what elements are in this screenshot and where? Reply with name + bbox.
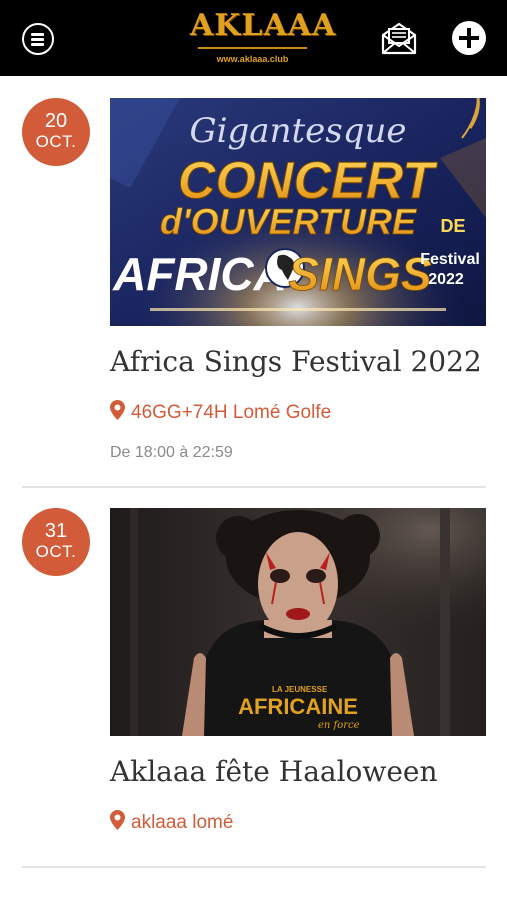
event-location-text: 46GG+74H Lomé Golfe — [131, 402, 332, 423]
top-bar: AKLAAA www.aklaaa.club — [0, 0, 507, 76]
poster-africa: AFRICA — [112, 248, 287, 300]
logo-text: AKLAAA — [190, 8, 337, 43]
poster-gigantesque: Gigantesque — [190, 111, 407, 151]
shirt-text-1: LA JEUNESSE — [272, 685, 328, 694]
event-time: De 18:00 à 22:59 — [110, 444, 233, 461]
app-logo[interactable]: AKLAAA www.aklaaa.club — [190, 8, 337, 70]
poster-sings: SINGS — [288, 248, 431, 300]
event-poster[interactable]: LA JEUNESSE AFRICAINE en force — [110, 508, 486, 736]
envelope-icon[interactable] — [380, 20, 418, 56]
date-month: OCT. — [35, 132, 77, 151]
hamburger-menu-icon[interactable] — [22, 23, 54, 55]
event-title[interactable]: Africa Sings Festival 2022 — [110, 345, 482, 378]
logo-underline — [198, 47, 307, 49]
poster-festival: Festival — [420, 251, 480, 268]
event-poster[interactable]: Gigantesque CONCERT d'OUVERTURE DE AFRIC… — [110, 98, 486, 326]
poster-de: DE — [440, 216, 465, 236]
poster-year: 2022 — [428, 271, 464, 288]
event-location[interactable]: 46GG+74H Lomé Golfe — [110, 400, 331, 426]
plus-icon[interactable] — [452, 21, 486, 55]
event-location[interactable]: aklaaa lomé — [110, 810, 233, 836]
date-day: 31 — [44, 520, 68, 542]
date-badge: 20 OCT. — [22, 98, 90, 166]
poster-ouverture: d'OUVERTURE — [160, 201, 417, 242]
divider — [22, 866, 486, 868]
date-month: OCT. — [35, 542, 77, 561]
event-location-text: aklaaa lomé — [131, 812, 234, 833]
shirt-text-3: en force — [318, 720, 360, 731]
date-day: 20 — [44, 110, 68, 132]
map-pin-icon — [110, 400, 125, 426]
event-title[interactable]: Aklaaa fête Haaloween — [110, 755, 438, 788]
divider — [22, 486, 486, 488]
shirt-text-2: AFRICAINE — [238, 694, 358, 719]
logo-url: www.aklaaa.club — [216, 54, 289, 64]
date-badge: 31 OCT. — [22, 508, 90, 576]
map-pin-icon — [110, 810, 125, 836]
